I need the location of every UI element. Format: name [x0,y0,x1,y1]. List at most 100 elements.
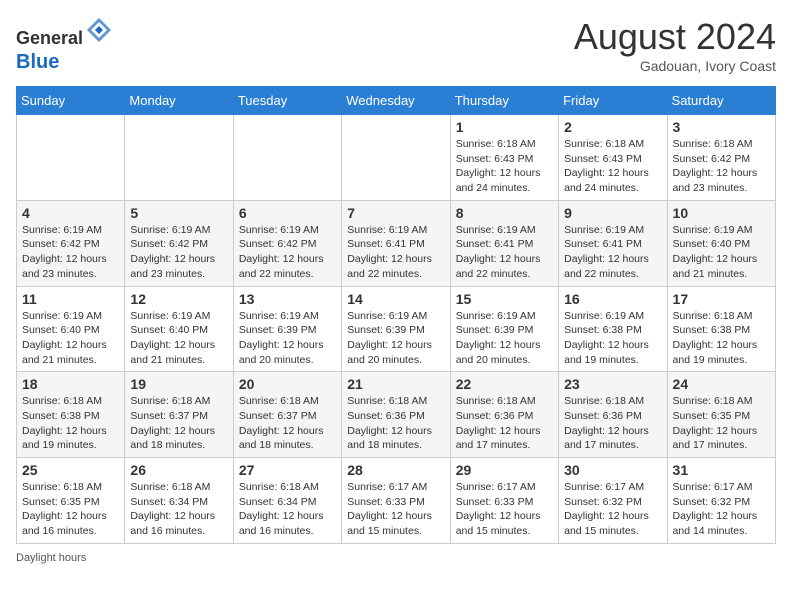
day-number: 6 [239,205,336,221]
calendar-cell: 21 Sunrise: 6:18 AM Sunset: 6:36 PM Dayli… [342,372,450,458]
day-of-week-header: Thursday [450,87,558,115]
day-detail: Sunrise: 6:18 AM Sunset: 6:36 PM Dayligh… [347,394,444,453]
day-number: 29 [456,462,553,478]
day-number: 18 [22,376,119,392]
logo: General Blue [16,16,113,74]
day-detail: Sunrise: 6:18 AM Sunset: 6:35 PM Dayligh… [22,480,119,539]
day-detail: Sunrise: 6:18 AM Sunset: 6:42 PM Dayligh… [673,137,770,196]
day-of-week-header: Tuesday [233,87,341,115]
calendar-cell: 7Sunrise: 6:19 AM Sunset: 6:41 PM Daylig… [342,200,450,286]
calendar-cell [17,115,125,201]
day-detail: Sunrise: 6:18 AM Sunset: 6:37 PM Dayligh… [130,394,227,453]
calendar-week-row: 11Sunrise: 6:19 AM Sunset: 6:40 PM Dayli… [17,286,776,372]
day-detail: Sunrise: 6:18 AM Sunset: 6:43 PM Dayligh… [564,137,661,196]
day-number: 26 [130,462,227,478]
day-number: 4 [22,205,119,221]
footer-section: Daylight hours [16,552,776,564]
calendar-cell [233,115,341,201]
calendar-cell: 13 Sunrise: 6:19 AM Sunset: 6:39 PM Dayli… [233,286,341,372]
calendar-header-row: SundayMondayTuesdayWednesdayThursdayFrid… [17,87,776,115]
day-detail: Sunrise: 6:18 AM Sunset: 6:36 PM Dayligh… [456,394,553,453]
day-number: 17 [673,291,770,307]
day-of-week-header: Friday [559,87,667,115]
day-detail: Sunrise: 6:18 AM Sunset: 6:34 PM Dayligh… [239,480,336,539]
day-number: 2 [564,119,661,135]
month-year-title: August 2024 [574,16,776,58]
day-detail: Sunrise: 6:17 AM Sunset: 6:33 PM Dayligh… [456,480,553,539]
calendar-cell: 22Sunrise: 6:18 AM Sunset: 6:36 PM Dayli… [450,372,558,458]
day-detail: Sunrise: 6:19 AM Sunset: 6:39 PM Dayligh… [347,309,444,368]
day-detail: Sunrise: 6:19 AM Sunset: 6:42 PM Dayligh… [239,223,336,282]
logo-text: General Blue [16,16,113,74]
day-of-week-header: Saturday [667,87,775,115]
day-number: 3 [673,119,770,135]
day-number: 28 [347,462,444,478]
day-detail: Sunrise: 6:19 AM Sunset: 6:38 PM Dayligh… [564,309,661,368]
day-number: 25 [22,462,119,478]
calendar-cell: 2 Sunrise: 6:18 AM Sunset: 6:43 PM Daylig… [559,115,667,201]
day-number: 13 [239,291,336,307]
calendar-cell: 3 Sunrise: 6:18 AM Sunset: 6:42 PM Daylig… [667,115,775,201]
calendar-cell: 25 Sunrise: 6:18 AM Sunset: 6:35 PM Dayli… [17,458,125,544]
day-detail: Sunrise: 6:19 AM Sunset: 6:41 PM Dayligh… [456,223,553,282]
calendar-cell: 5 Sunrise: 6:19 AM Sunset: 6:42 PM Daylig… [125,200,233,286]
day-number: 19 [130,376,227,392]
calendar-cell [125,115,233,201]
calendar-cell: 29 Sunrise: 6:17 AM Sunset: 6:33 PM Dayli… [450,458,558,544]
day-of-week-header: Wednesday [342,87,450,115]
calendar-cell: 17 Sunrise: 6:18 AM Sunset: 6:38 PM Dayli… [667,286,775,372]
day-detail: Sunrise: 6:17 AM Sunset: 6:32 PM Dayligh… [564,480,661,539]
calendar-cell: 31 Sunrise: 6:17 AM Sunset: 6:32 PM Dayli… [667,458,775,544]
day-detail: Sunrise: 6:19 AM Sunset: 6:42 PM Dayligh… [22,223,119,282]
calendar-cell: 26 Sunrise: 6:18 AM Sunset: 6:34 PM Dayli… [125,458,233,544]
logo-general: General [16,28,83,48]
location-subtitle: Gadouan, Ivory Coast [574,58,776,74]
day-detail: Sunrise: 6:19 AM Sunset: 6:39 PM Dayligh… [239,309,336,368]
day-detail: Sunrise: 6:19 AM Sunset: 6:42 PM Dayligh… [130,223,227,282]
calendar-week-row: 1Sunrise: 6:18 AM Sunset: 6:43 PM Daylig… [17,115,776,201]
calendar-cell: 10Sunrise: 6:19 AM Sunset: 6:40 PM Dayli… [667,200,775,286]
day-detail: Sunrise: 6:18 AM Sunset: 6:43 PM Dayligh… [456,137,553,196]
logo-blue: Blue [16,51,59,73]
day-detail: Sunrise: 6:18 AM Sunset: 6:37 PM Dayligh… [239,394,336,453]
calendar-cell: 14 Sunrise: 6:19 AM Sunset: 6:39 PM Dayli… [342,286,450,372]
day-number: 31 [673,462,770,478]
calendar-table: SundayMondayTuesdayWednesdayThursdayFrid… [16,86,776,544]
day-detail: Sunrise: 6:18 AM Sunset: 6:38 PM Dayligh… [673,309,770,368]
calendar-cell: 30 Sunrise: 6:17 AM Sunset: 6:32 PM Dayli… [559,458,667,544]
calendar-cell: 8Sunrise: 6:19 AM Sunset: 6:41 PM Daylig… [450,200,558,286]
calendar-cell: 16Sunrise: 6:19 AM Sunset: 6:38 PM Dayli… [559,286,667,372]
day-detail: Sunrise: 6:19 AM Sunset: 6:39 PM Dayligh… [456,309,553,368]
title-section: August 2024 Gadouan, Ivory Coast [574,16,776,74]
day-number: 15 [456,291,553,307]
calendar-cell: 19 Sunrise: 6:18 AM Sunset: 6:37 PM Dayli… [125,372,233,458]
day-number: 24 [673,376,770,392]
day-number: 21 [347,376,444,392]
day-detail: Sunrise: 6:18 AM Sunset: 6:36 PM Dayligh… [564,394,661,453]
calendar-cell: 27Sunrise: 6:18 AM Sunset: 6:34 PM Dayli… [233,458,341,544]
day-of-week-header: Sunday [17,87,125,115]
day-number: 20 [239,376,336,392]
day-detail: Sunrise: 6:17 AM Sunset: 6:32 PM Dayligh… [673,480,770,539]
calendar-cell: 11Sunrise: 6:19 AM Sunset: 6:40 PM Dayli… [17,286,125,372]
calendar-cell: 24 Sunrise: 6:18 AM Sunset: 6:35 PM Dayli… [667,372,775,458]
header: General Blue August 2024 Gadouan, Ivory … [16,16,776,74]
day-detail: Sunrise: 6:18 AM Sunset: 6:35 PM Dayligh… [673,394,770,453]
calendar-week-row: 4 Sunrise: 6:19 AM Sunset: 6:42 PM Daylig… [17,200,776,286]
day-of-week-header: Monday [125,87,233,115]
day-number: 30 [564,462,661,478]
day-number: 14 [347,291,444,307]
calendar-cell: 1Sunrise: 6:18 AM Sunset: 6:43 PM Daylig… [450,115,558,201]
day-number: 5 [130,205,227,221]
calendar-cell: 4 Sunrise: 6:19 AM Sunset: 6:42 PM Daylig… [17,200,125,286]
calendar-cell [342,115,450,201]
calendar-week-row: 18Sunrise: 6:18 AM Sunset: 6:38 PM Dayli… [17,372,776,458]
calendar-cell: 20 Sunrise: 6:18 AM Sunset: 6:37 PM Dayli… [233,372,341,458]
calendar-cell: 28 Sunrise: 6:17 AM Sunset: 6:33 PM Dayli… [342,458,450,544]
day-detail: Sunrise: 6:19 AM Sunset: 6:41 PM Dayligh… [564,223,661,282]
day-detail: Sunrise: 6:17 AM Sunset: 6:33 PM Dayligh… [347,480,444,539]
day-detail: Sunrise: 6:18 AM Sunset: 6:34 PM Dayligh… [130,480,227,539]
logo-icon [85,16,113,44]
day-number: 11 [22,291,119,307]
calendar-cell: 18Sunrise: 6:18 AM Sunset: 6:38 PM Dayli… [17,372,125,458]
